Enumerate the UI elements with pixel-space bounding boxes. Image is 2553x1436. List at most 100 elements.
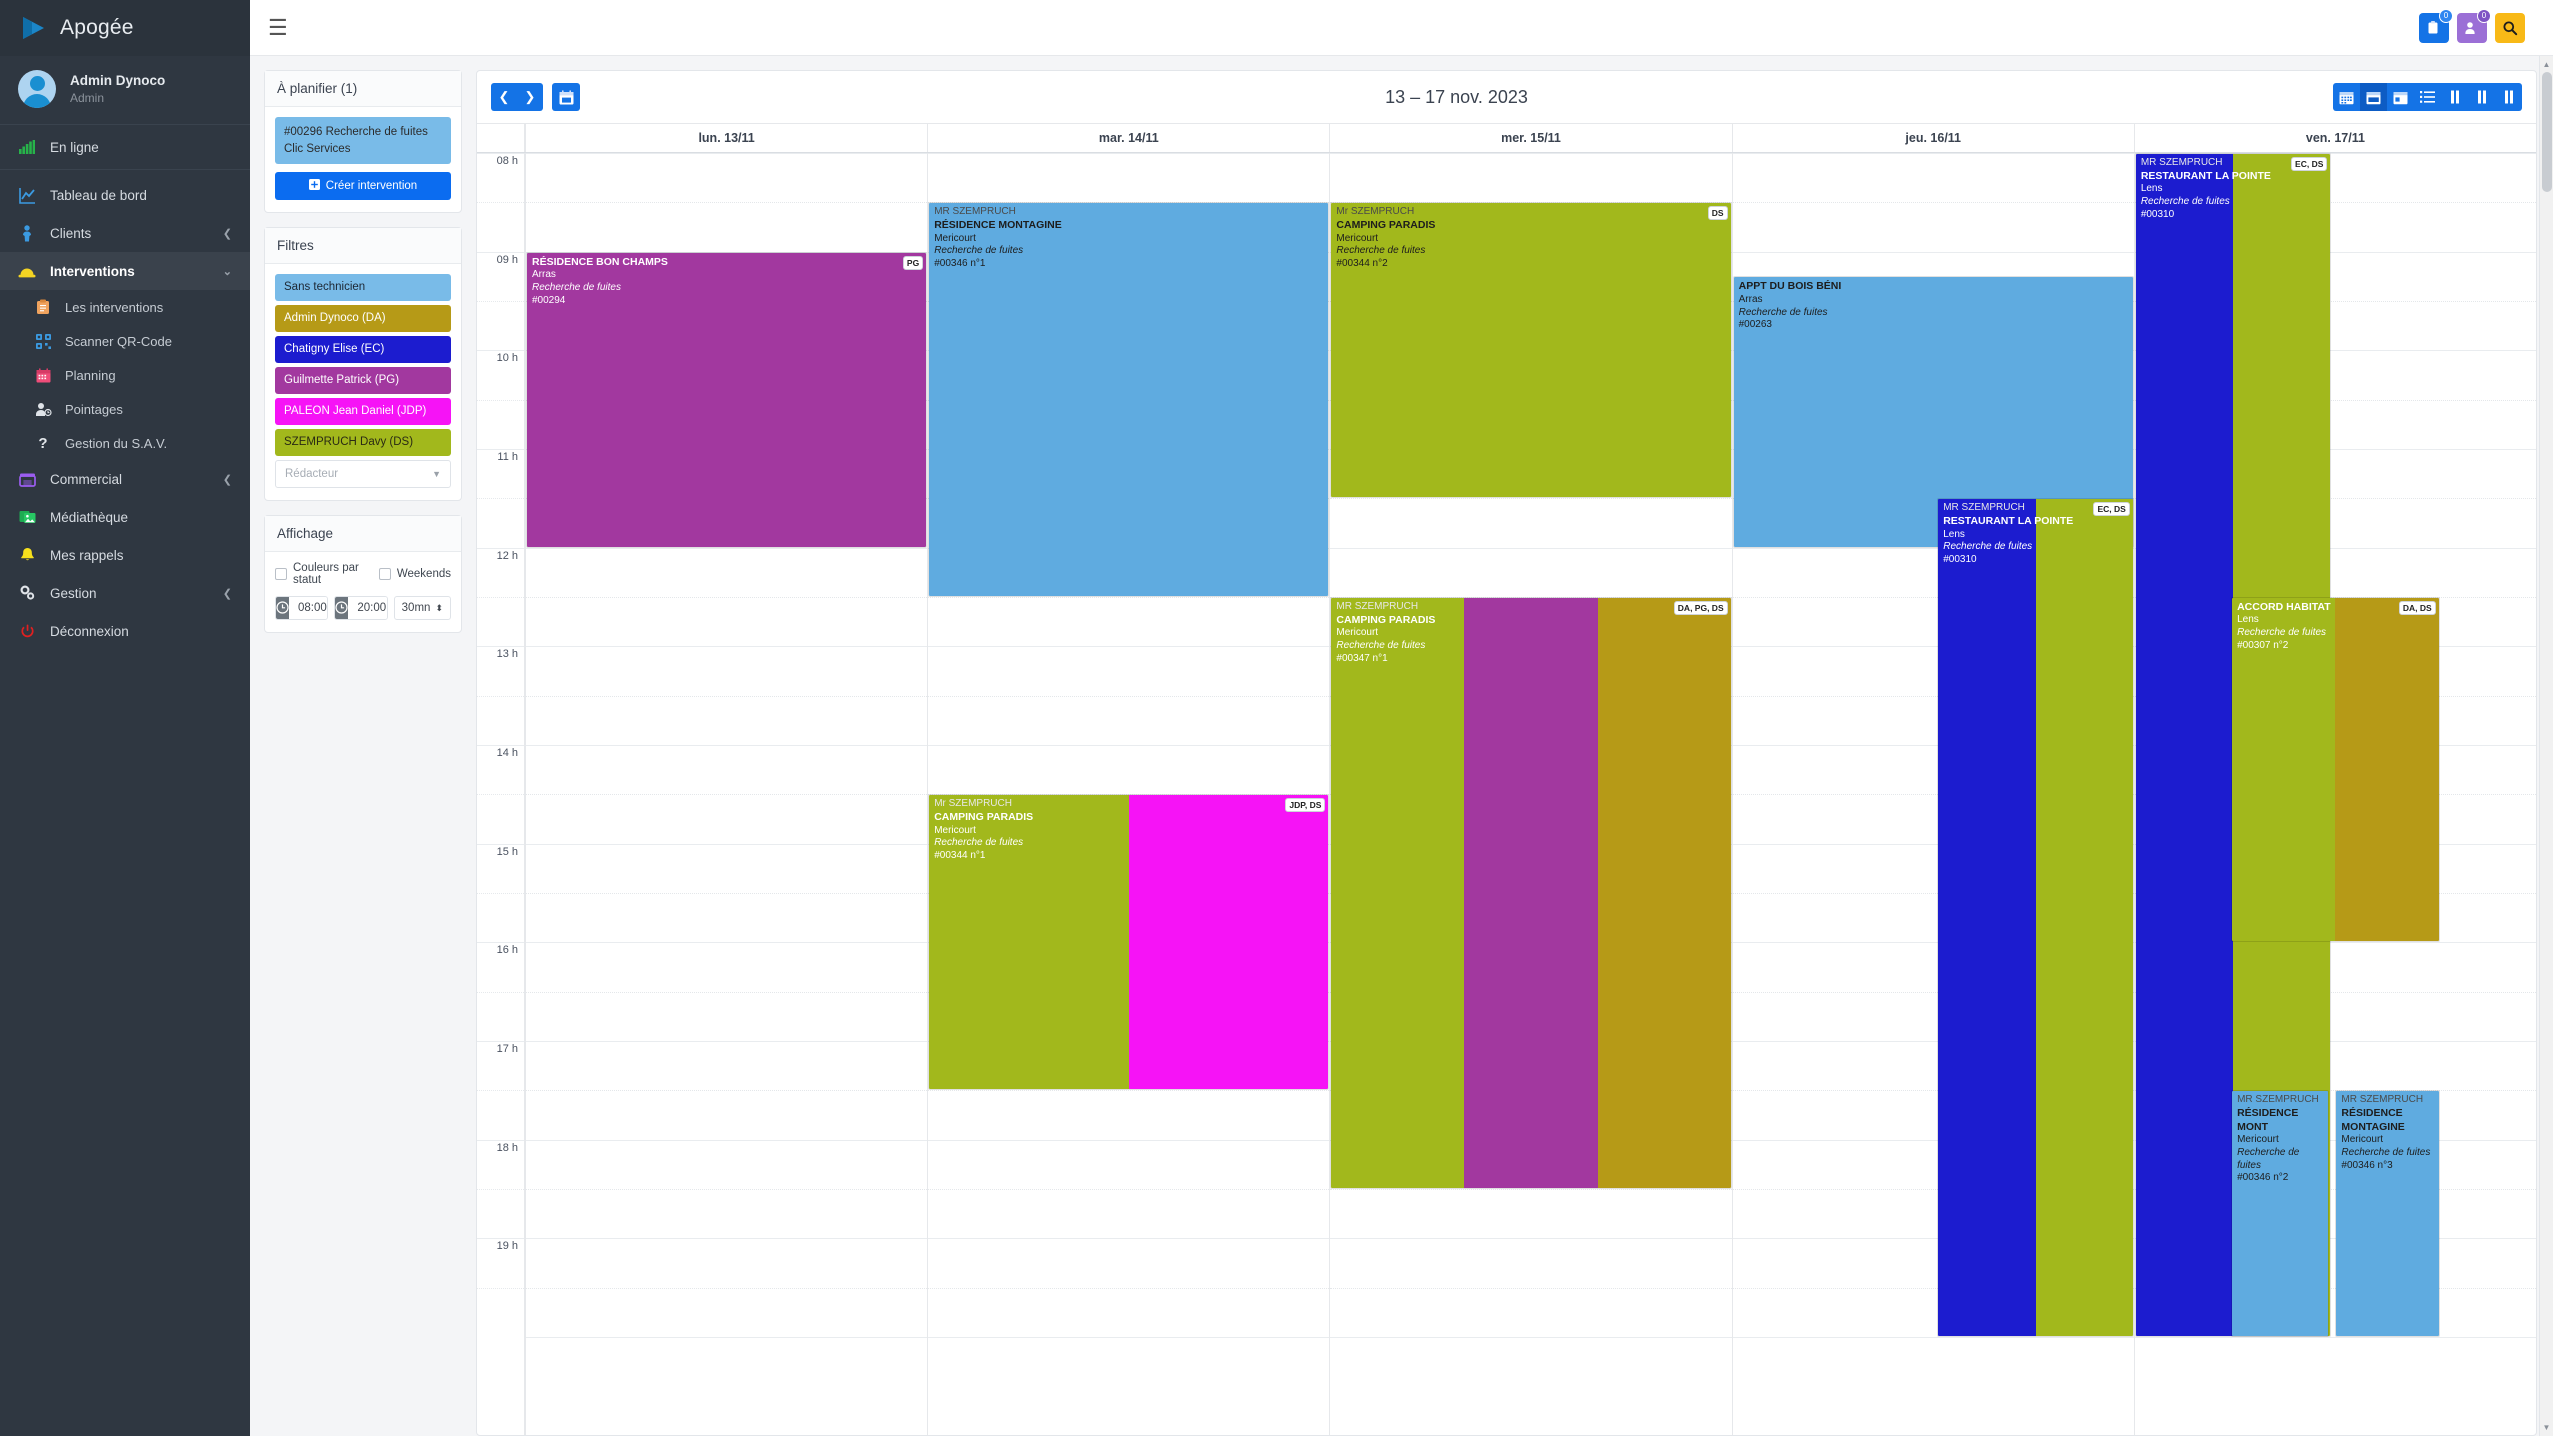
day-column[interactable]: MR SZEMPRUCH RÉSIDENCE MONTAGINE Mericourt… <box>927 153 1330 1435</box>
create-intervention-button[interactable]: Créer intervention <box>275 172 451 201</box>
event-technician-tag: JDP, DS <box>1285 798 1326 813</box>
filter-szempruch-davy[interactable]: SZEMPRUCH Davy (DS) <box>275 429 451 456</box>
clipboard-plus-icon[interactable]: 0 <box>2419 8 2453 43</box>
prev-week-button[interactable]: ❮ <box>491 83 517 111</box>
sidebar-item-label: Interventions <box>50 263 135 279</box>
sidebar-item-tableau-de-bord[interactable]: Tableau de bord <box>0 176 250 214</box>
filter-guilmette-patrick[interactable]: Guilmette Patrick (PG) <box>275 367 451 395</box>
calendar-grid[interactable]: 08 h 09 h 10 h 11 h 12 h 13 h 14 h 15 h 16 h 17 h… <box>477 153 2536 1435</box>
sidebar-sub-label: Les interventions <box>65 299 164 315</box>
sidebar-item-interventions[interactable]: Interventions ⌄ <box>0 252 250 290</box>
event-technician: Mr SZEMPRUCH <box>934 798 1012 810</box>
hour-gridline <box>928 1139 1330 1141</box>
sidebar-item-mediatheque[interactable]: Médiathèque <box>0 498 250 536</box>
view-columns-3-button[interactable] <box>2468 83 2495 111</box>
weekends-label: Weekends <box>396 567 451 580</box>
sidebar-item-label: Tableau de bord <box>50 187 147 203</box>
to-plan-item[interactable]: #00296 Recherche de fuites Clic Services <box>275 117 451 165</box>
calendar-event[interactable]: EC, DS MR SZEMPRUCH RESTAURANT LA POINTE Le… <box>1937 498 2134 1337</box>
page-scrollbar[interactable]: ▲ ▼ <box>2539 56 2553 1436</box>
half-hour-gridline <box>526 1090 928 1092</box>
user-plus-icon[interactable]: 0 <box>2457 8 2491 43</box>
calendar-event[interactable]: MR SZEMPRUCH RÉSIDENCE MONTAGINE Mericourt… <box>2335 1090 2440 1337</box>
event-reference: #00310 <box>1943 554 1977 566</box>
calendar-event[interactable]: MR SZEMPRUCH RÉSIDENCE MONTAGINE Mericourt… <box>928 202 1330 597</box>
store-icon <box>18 470 36 488</box>
half-hour-gridline <box>526 695 928 697</box>
sidebar-item-scanner-qr-code[interactable]: Scanner QR-Code <box>0 324 250 358</box>
view-day-button[interactable] <box>2387 83 2414 111</box>
user-box[interactable]: Admin Dynoco Admin <box>0 56 250 125</box>
brand-name: Apogée <box>60 16 134 39</box>
brand[interactable]: Apogée <box>0 0 250 56</box>
chevron-left-icon: ❮ <box>222 227 232 240</box>
day-column[interactable]: DS Mr SZEMPRUCH CAMPING PARADIS Mericourt Re… <box>1329 153 1732 1435</box>
calendar-event[interactable]: MR SZEMPRUCH RÉSIDENCE MONT Mericourt Reche… <box>2231 1090 2330 1337</box>
hour-gridline <box>477 1041 524 1042</box>
time-label: 19 h <box>496 1240 518 1253</box>
sidebar-item-les-interventions[interactable]: Les interventions <box>0 290 250 324</box>
hour-gridline <box>928 646 1330 648</box>
calendar-event[interactable]: DS Mr SZEMPRUCH CAMPING PARADIS Mericourt Re… <box>1330 202 1732 499</box>
display-body: Couleurs par statut Weekends 08:00 20:00… <box>265 552 461 632</box>
sidebar-item-gestion-sav[interactable]: ? Gestion du S.A.V. <box>0 426 250 460</box>
hour-gridline <box>526 1238 928 1240</box>
hour-gridline <box>526 1337 928 1338</box>
day-header-jeu: jeu. 16/11 <box>1731 124 2134 152</box>
search-icon[interactable] <box>2495 12 2525 43</box>
filter-paleon-jean-daniel[interactable]: PALEON Jean Daniel (JDP) <box>275 398 451 426</box>
hour-gridline <box>477 942 524 944</box>
notification-badge: 0 <box>2439 8 2453 23</box>
start-time-group[interactable]: 08:00 <box>275 595 329 620</box>
sidebar-item-mes-rappels[interactable]: Mes rappels <box>0 536 250 574</box>
event-city: Mericourt <box>2237 1134 2279 1145</box>
slot-duration-stepper[interactable]: 30mn ⬍ <box>393 595 451 620</box>
filter-chatigny-elise[interactable]: Chatigny Elise (EC) <box>275 336 451 364</box>
scroll-up-arrow-icon[interactable]: ▲ <box>2540 60 2553 69</box>
scroll-down-arrow-icon[interactable]: ▼ <box>2540 1423 2553 1432</box>
filter-admin-dynoco[interactable]: Admin Dynoco (DA) <box>275 305 451 333</box>
filter-sans-technicien[interactable]: Sans technicien <box>275 274 451 302</box>
hour-gridline <box>477 843 524 845</box>
calendar-event[interactable]: JDP, DS Mr SZEMPRUCH CAMPING PARADIS Merico… <box>928 794 1330 1091</box>
next-week-button[interactable]: ❯ <box>517 83 543 111</box>
hamburger-menu-icon[interactable]: ☰ <box>268 16 288 39</box>
day-column[interactable]: EC, DS MR SZEMPRUCH RESTAURANT LA POINTE Le… <box>2133 153 2536 1435</box>
to-plan-title: À planifier (1) <box>265 71 461 107</box>
event-city: Mericourt <box>934 824 976 836</box>
sidebar-item-pointages[interactable]: Pointages <box>0 392 250 426</box>
bell-icon <box>18 546 36 564</box>
view-month-button[interactable] <box>2333 83 2360 111</box>
sidebar-item-planning[interactable]: Planning <box>0 358 250 392</box>
weekends-checkbox[interactable] <box>378 567 391 580</box>
hard-hat-icon <box>18 262 36 280</box>
calendar-event[interactable]: PG RÉSIDENCE BON CHAMPS Arras Recherche de … <box>526 251 928 548</box>
half-hour-gridline <box>477 498 524 500</box>
to-plan-item-ref: #00296 Recherche de fuites <box>284 126 428 138</box>
time-label: 16 h <box>496 944 518 957</box>
hour-gridline <box>526 1139 928 1141</box>
scrollbar-thumb[interactable] <box>2542 72 2552 192</box>
day-column[interactable]: APPT DU BOIS BÉNI Arras Recherche de fuite… <box>1731 153 2134 1435</box>
view-week-button[interactable] <box>2360 83 2387 111</box>
half-hour-gridline <box>928 695 1330 697</box>
clock-icon <box>276 596 289 619</box>
plus-square-icon <box>308 179 320 193</box>
color-by-status-checkbox[interactable] <box>275 567 287 580</box>
today-button[interactable] <box>552 83 580 111</box>
sidebar-item-commercial[interactable]: Commercial ❮ <box>0 460 250 498</box>
filters-title: Filtres <box>265 228 461 265</box>
calendar-event[interactable]: DA, DS ACCORD HABITAT Lens Recherche de fui… <box>2231 597 2440 943</box>
day-column[interactable]: PG RÉSIDENCE BON CHAMPS Arras Recherche de … <box>525 153 928 1435</box>
view-columns-2-button[interactable] <box>2441 83 2468 111</box>
sidebar-item-gestion[interactable]: Gestion ❮ <box>0 574 250 612</box>
editor-select[interactable]: Rédacteur ▼ <box>275 459 451 488</box>
sidebar-item-clients[interactable]: Clients ❮ <box>0 214 250 252</box>
calendar-event[interactable]: DA, PG, DS MR SZEMPRUCH CAMPING PARADIS Mer… <box>1330 597 1732 1189</box>
view-columns-4-button[interactable] <box>2495 83 2522 111</box>
day-columns[interactable]: PG RÉSIDENCE BON CHAMPS Arras Recherche de … <box>525 153 2536 1435</box>
end-time-group[interactable]: 20:00 <box>334 595 388 620</box>
sidebar-item-deconnexion[interactable]: Déconnexion <box>0 612 250 650</box>
event-technician-tag: DA, PG, DS <box>1673 601 1728 615</box>
view-list-button[interactable] <box>2414 83 2441 111</box>
